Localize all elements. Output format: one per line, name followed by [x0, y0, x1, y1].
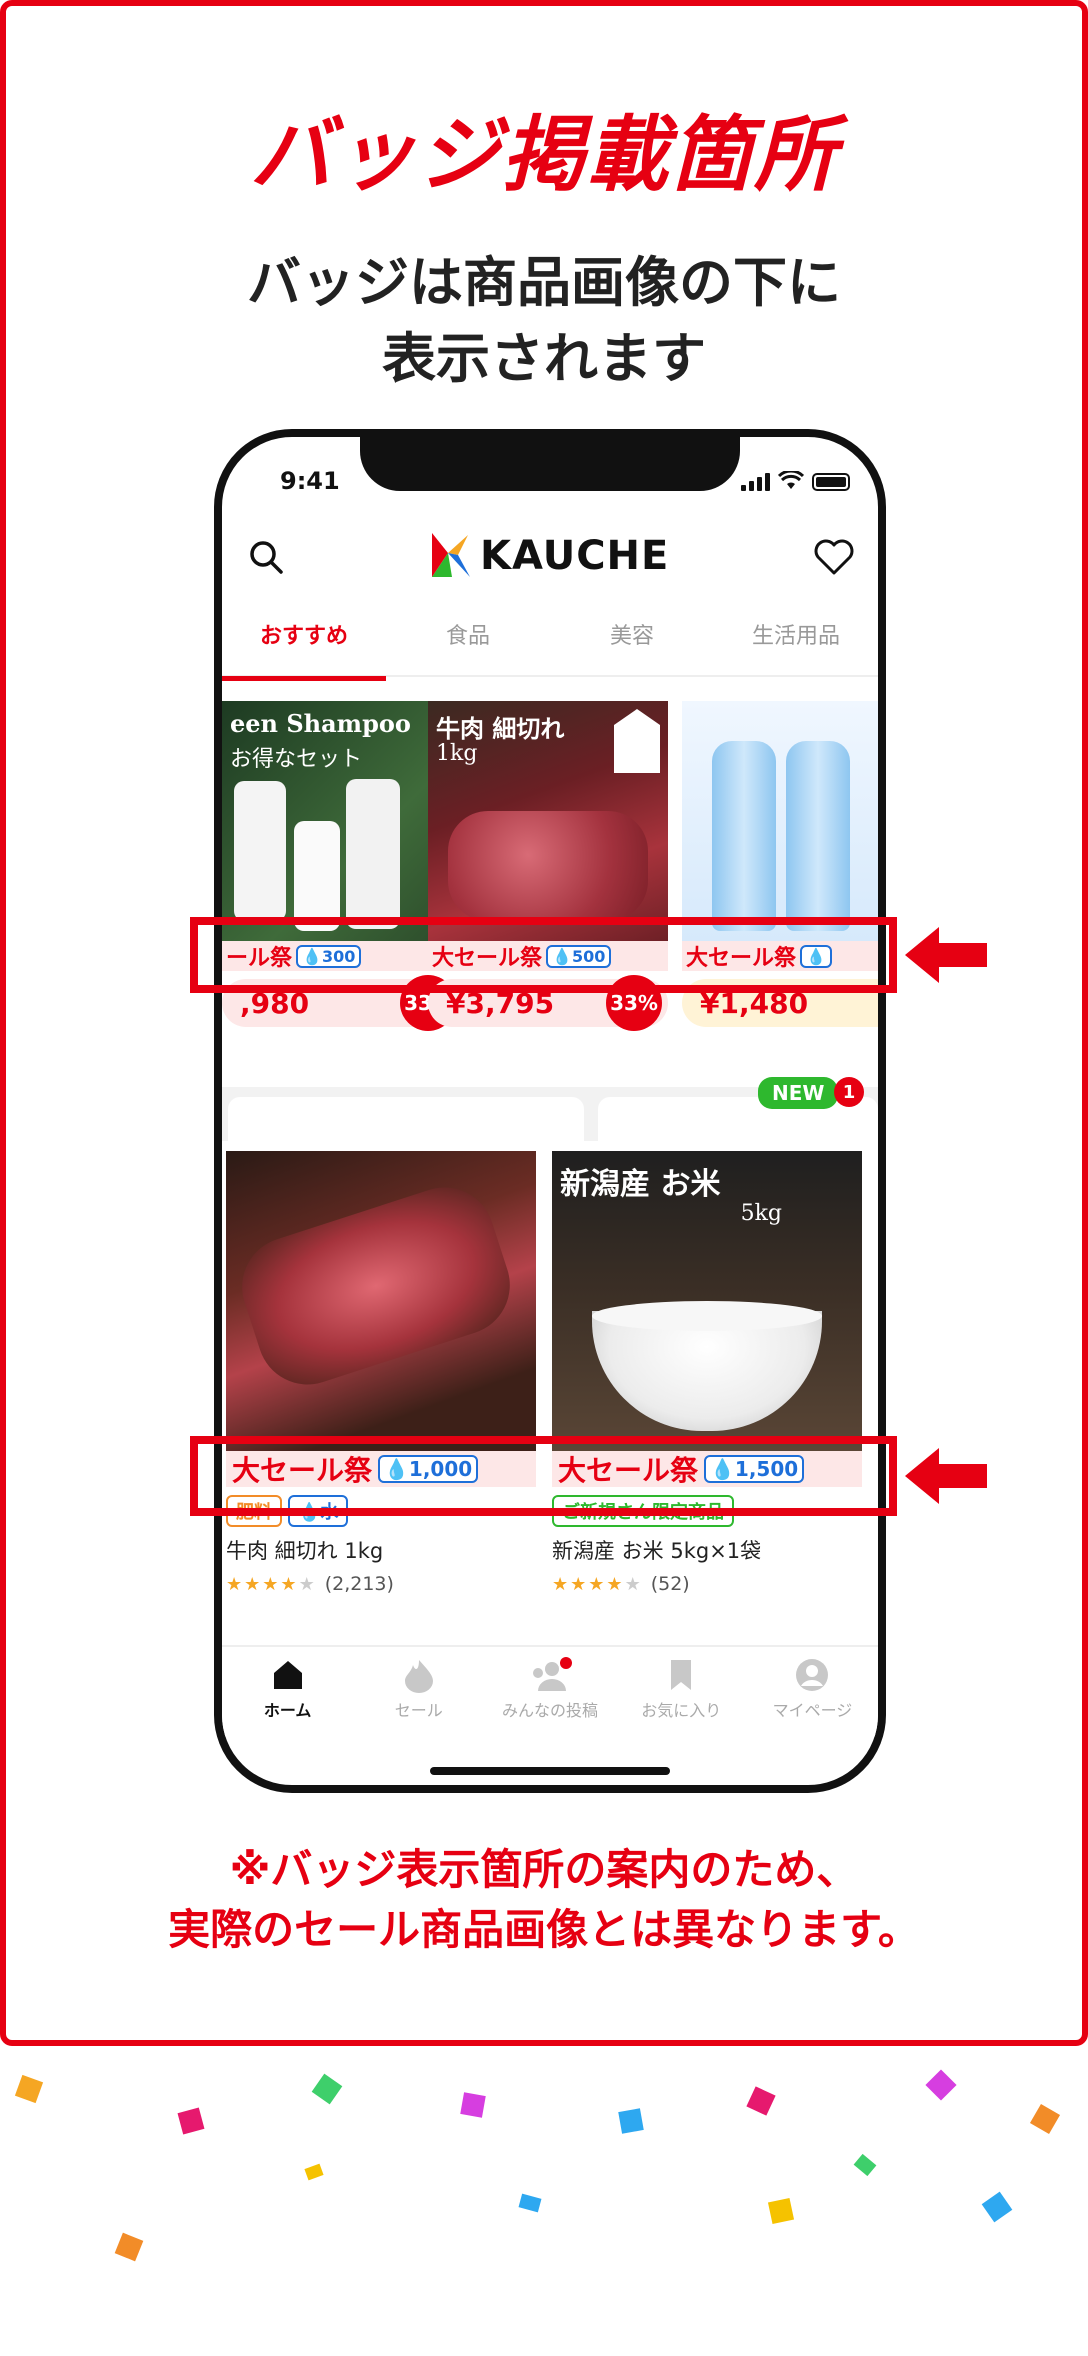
star-icon: ★ [588, 1573, 605, 1595]
page-title: バッジ掲載箇所 [250, 108, 838, 203]
confetti [311, 2073, 343, 2105]
product-rating: ★ ★ ★ ★ ★ (52) [552, 1573, 862, 1595]
confetti [618, 2108, 644, 2134]
home-indicator [430, 1767, 670, 1775]
confetti [853, 2153, 877, 2177]
tab-daily-goods[interactable]: 生活用品 [714, 609, 878, 675]
arrow-left-icon [905, 927, 987, 983]
star-icon: ★ [570, 1573, 587, 1595]
confetti [518, 2193, 542, 2213]
product-image: 牛肉 細切れ 1kg [428, 701, 668, 941]
people-icon [533, 1657, 572, 1691]
confetti [746, 2086, 776, 2116]
star-icon: ★ [606, 1573, 623, 1595]
nav-posts[interactable]: みんなの投稿 [484, 1647, 615, 1737]
product-card[interactable]: 大セール祭 💧1,000 肥料 💧水 牛肉 細切れ 1kg ★ ★ ★ ★ ★ (2,2… [226, 1151, 536, 1595]
product-grid: 大セール祭 💧1,000 肥料 💧水 牛肉 細切れ 1kg ★ ★ ★ ★ ★ (2,2… [222, 1151, 878, 1651]
tab-beauty[interactable]: 美容 [550, 609, 714, 675]
confetti [981, 2191, 1013, 2223]
phone-notch [360, 437, 740, 491]
subtitle-line-2: 表示されます [382, 327, 706, 390]
status-icons [741, 471, 850, 491]
product-rating: ★ ★ ★ ★ ★ (2,213) [226, 1573, 536, 1595]
product-image-subtitle: 5kg [740, 1201, 782, 1226]
disclaimer-line-1: ※バッジ表示箇所の案内のため、 [229, 1845, 859, 1894]
status-time: 9:41 [280, 467, 340, 495]
disclaimer: ※バッジ表示箇所の案内のため、 実際のセール商品画像とは異なります。 [0, 1840, 1088, 1960]
product-image [226, 1151, 536, 1451]
product-name: 新潟産 お米 5kg×1袋 [552, 1539, 762, 1563]
arrow-left-icon [905, 1448, 987, 1504]
star-empty-icon: ★ [624, 1573, 641, 1595]
nav-label: ホーム [263, 1701, 312, 1720]
confetti [767, 2197, 795, 2225]
count-badge: 1 [834, 1077, 864, 1107]
product-carousel: een Shampoo お得なセット ール祭 💧300 ,980 33% 牛肉 … [222, 701, 878, 1081]
user-icon [796, 1659, 829, 1691]
product-image: 新潟産 お米 5kg [552, 1151, 862, 1451]
nav-label: みんなの投稿 [502, 1701, 599, 1720]
nav-sale[interactable]: セール [353, 1647, 484, 1737]
badge-highlight-box [190, 917, 897, 993]
disclaimer-line-2: 実際のセール商品画像とは異なります。 [168, 1905, 920, 1954]
nav-home[interactable]: ホーム [222, 1647, 353, 1737]
confetti [14, 2074, 44, 2104]
partial-card [228, 1097, 584, 1141]
confetti [1029, 2103, 1061, 2135]
product-image-subtitle: 1kg [436, 741, 478, 766]
product-image-title: een Shampoo [230, 709, 411, 738]
search-icon[interactable] [246, 537, 286, 577]
star-icon: ★ [262, 1573, 279, 1595]
review-count: (52) [650, 1573, 690, 1595]
confetti [460, 2092, 486, 2118]
product-image [682, 701, 878, 941]
nav-label: セール [394, 1701, 443, 1720]
cellular-signal-icon [741, 473, 770, 491]
page-subtitle: バッジは商品画像の下に 表示されます [0, 245, 1088, 397]
home-icon [273, 1661, 302, 1689]
star-icon: ★ [226, 1573, 243, 1595]
flame-icon [404, 1660, 433, 1693]
product-image-subtitle: お得なセット [230, 747, 363, 772]
new-badge: NEW [758, 1077, 839, 1109]
confetti [304, 2163, 324, 2181]
product-image: een Shampoo お得なセット [222, 701, 462, 941]
battery-icon [812, 473, 850, 491]
logo-text: KAUCHE [480, 533, 670, 579]
confetti [114, 2232, 144, 2262]
partial-card [598, 1097, 878, 1141]
nav-favorites[interactable]: お気に入り [616, 1647, 747, 1737]
bottom-navigation: ホーム セール みんなの投稿 お気に入り マイページ [222, 1645, 878, 1737]
product-image-title: 新潟産 お米 [560, 1167, 721, 1202]
kauche-logo-mark-icon [432, 533, 470, 577]
kauche-logo: KAUCHE [428, 531, 669, 581]
badge-highlight-box [190, 1436, 897, 1516]
product-card[interactable]: 新潟産 お米 5kg 大セール祭 💧1,500 ご新規さん限定商品 新潟産 お米… [552, 1151, 862, 1595]
star-icon: ★ [552, 1573, 569, 1595]
confetti [925, 2069, 957, 2101]
subtitle-line-1: バッジは商品画像の下に [247, 251, 841, 314]
star-empty-icon: ★ [298, 1573, 315, 1595]
category-tabs: おすすめ 食品 美容 生活用品 [222, 609, 878, 681]
nav-label: お気に入り [641, 1701, 722, 1720]
product-image-title: 牛肉 細切れ [436, 714, 565, 743]
phone-mockup: 9:41 KAUCHE おすすめ 食品 美容 生活用品 een Shampoo … [214, 429, 886, 1793]
tab-recommended[interactable]: おすすめ [222, 609, 386, 681]
nav-label: マイページ [772, 1701, 853, 1720]
nav-mypage[interactable]: マイページ [747, 1647, 878, 1737]
app-header: KAUCHE [222, 523, 878, 593]
star-icon: ★ [280, 1573, 297, 1595]
product-name: 牛肉 細切れ 1kg [226, 1539, 384, 1563]
wifi-icon [778, 471, 804, 489]
confetti [177, 2107, 205, 2135]
bookmark-icon [671, 1660, 692, 1690]
star-icon: ★ [244, 1573, 261, 1595]
heart-icon[interactable] [812, 535, 856, 579]
tab-food[interactable]: 食品 [386, 609, 550, 675]
review-count: (2,213) [324, 1573, 394, 1595]
